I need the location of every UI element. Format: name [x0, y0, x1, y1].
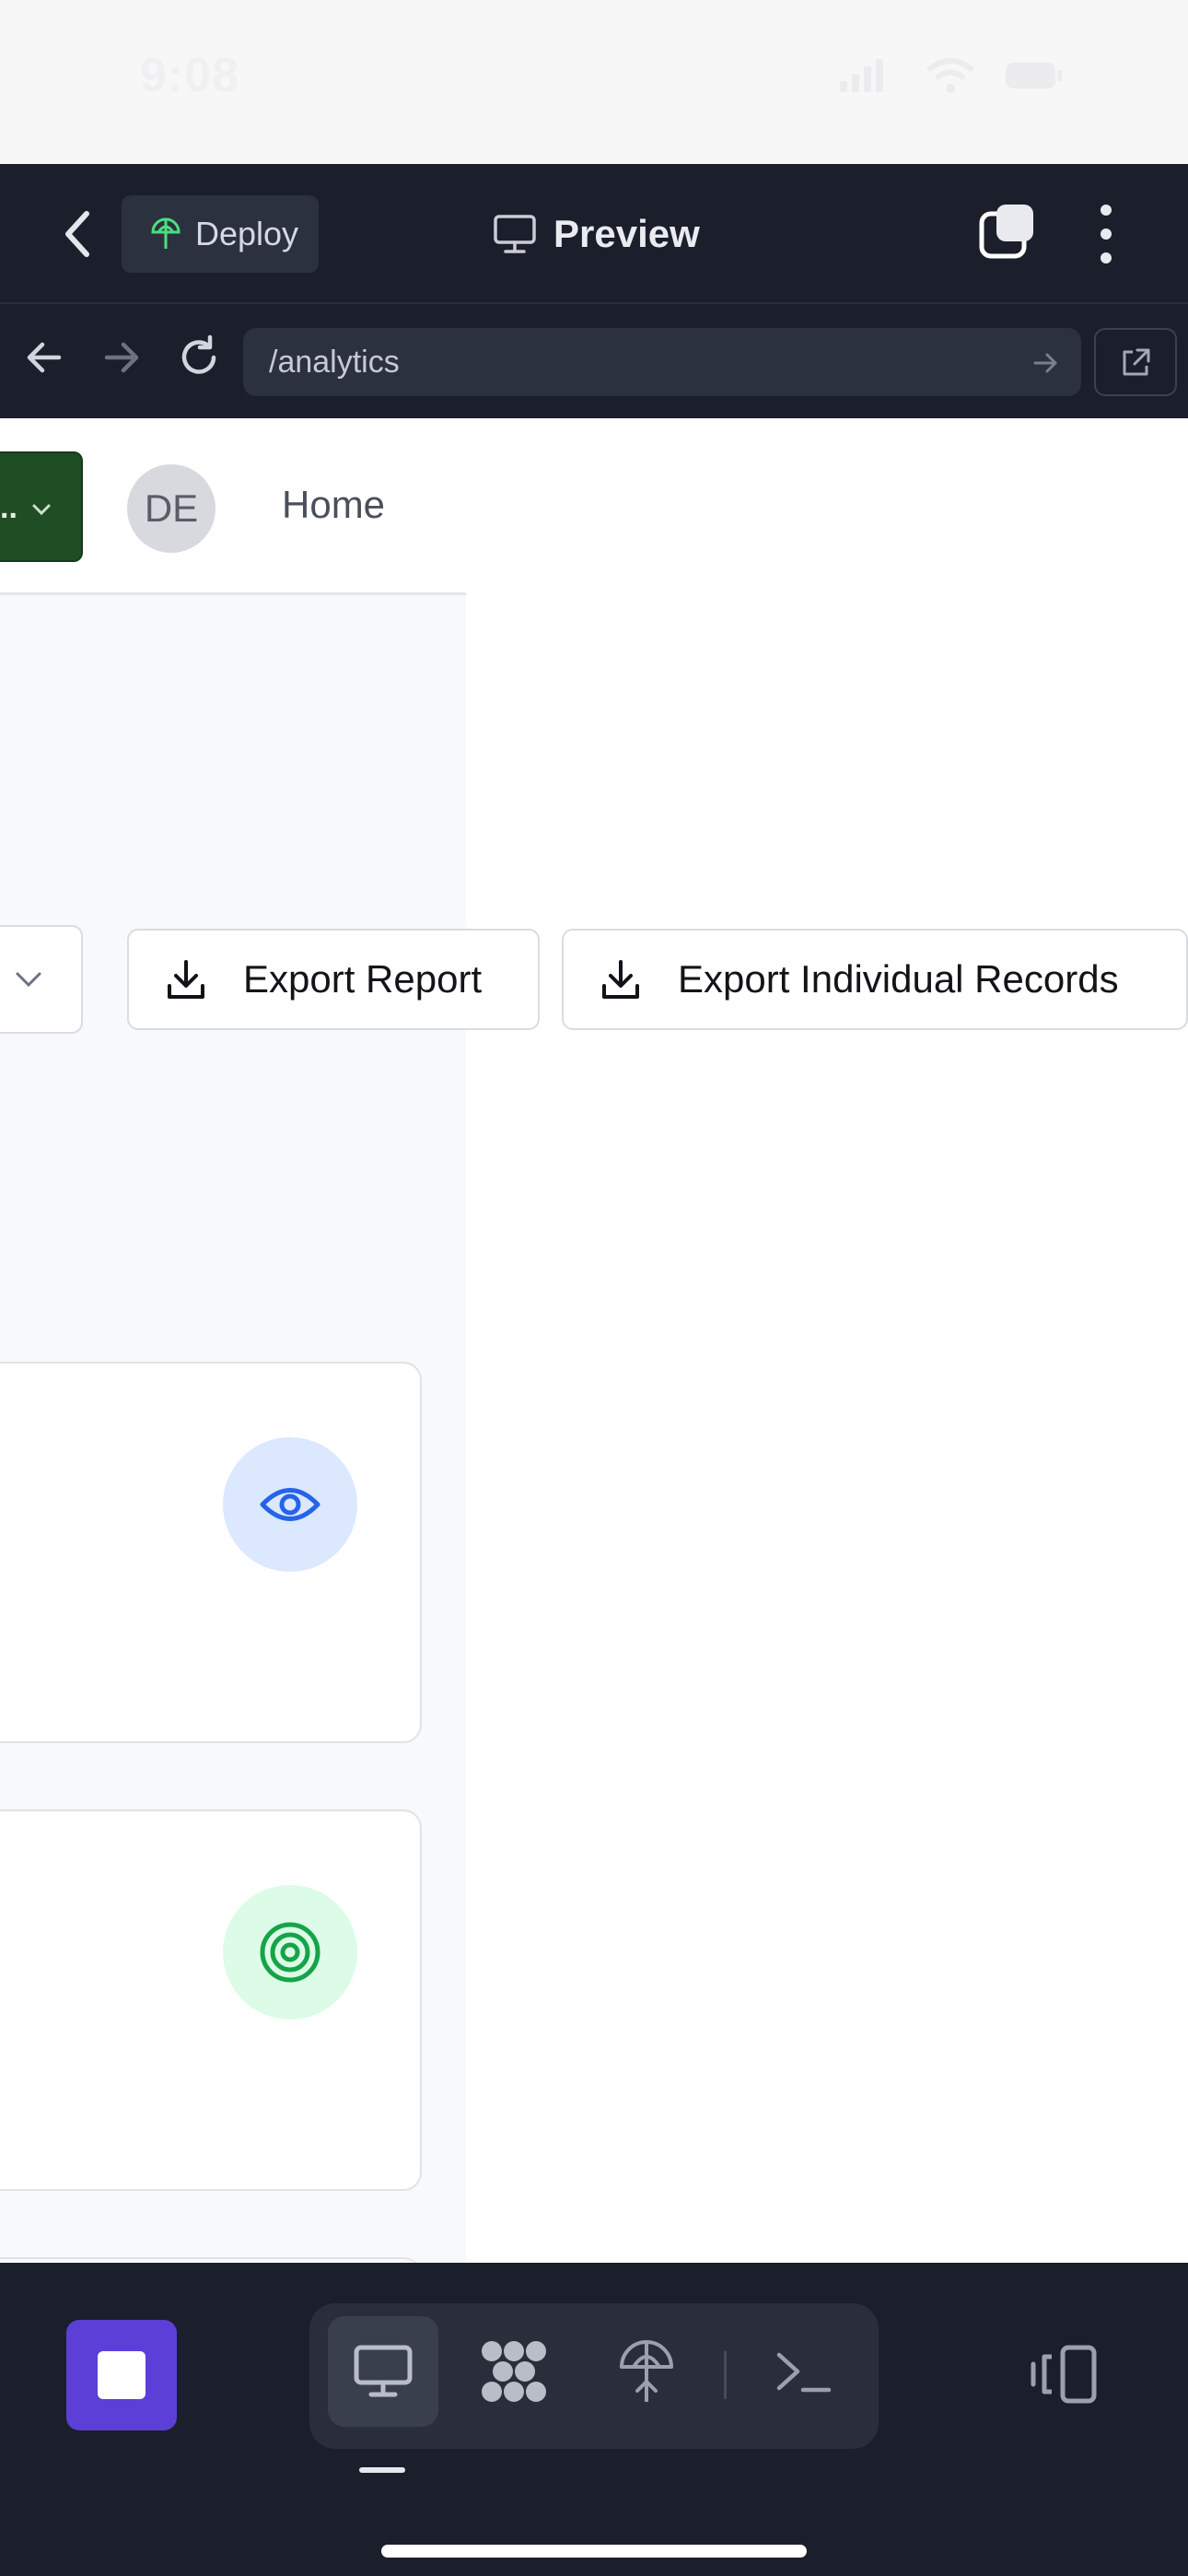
download-icon [602, 960, 639, 999]
workspace-label: .. [0, 490, 17, 525]
chevron-down-icon [16, 972, 41, 988]
reload-icon[interactable] [173, 332, 225, 383]
card-badge [223, 1885, 357, 2020]
tool-network[interactable] [459, 2316, 569, 2427]
download-icon [168, 960, 204, 999]
export-report-button[interactable]: Export Report [127, 929, 540, 1030]
export-report-label: Export Report [243, 957, 483, 1001]
avatar[interactable]: DE [127, 464, 215, 553]
eye-icon [260, 1488, 320, 1521]
wifi-icon [926, 58, 974, 93]
web-preview: .. DE Home Export Report Export Individu… [0, 418, 1188, 2263]
tabs-icon[interactable] [978, 203, 1037, 262]
deploy-icon [151, 217, 181, 249]
deploy-label: Deploy [195, 215, 299, 252]
monitor-icon [494, 215, 536, 253]
status-bar: 9:08 [0, 0, 1188, 164]
page-viewport: .. DE Home [0, 418, 466, 2263]
page-header: .. DE Home [0, 418, 466, 595]
monitor-icon [354, 2345, 413, 2397]
url-text: /analytics [269, 345, 400, 380]
tool-preview[interactable] [328, 2316, 438, 2427]
cellular-signal-icon [840, 59, 883, 92]
workspace-dropdown[interactable]: .. [0, 451, 83, 562]
url-input[interactable]: /analytics [243, 328, 1081, 396]
terminal-icon [776, 2352, 832, 2393]
active-tool-indicator [359, 2467, 405, 2473]
home-link[interactable]: Home [282, 483, 385, 527]
home-indicator[interactable] [381, 2545, 807, 2558]
preview-label: Preview [553, 212, 700, 255]
export-records-label: Export Individual Records [678, 957, 1119, 1001]
stop-button[interactable] [66, 2320, 177, 2430]
stop-icon [98, 2351, 146, 2399]
browser-back-icon[interactable] [18, 332, 70, 383]
stat-card-goals [0, 1809, 422, 2191]
stat-card-views [0, 1362, 422, 1743]
target-icon [260, 1922, 320, 1983]
status-time: 9:08 [140, 49, 240, 102]
deploy-button[interactable]: Deploy [122, 195, 319, 273]
deploy-icon [620, 2340, 673, 2402]
tool-terminal[interactable] [748, 2316, 858, 2427]
open-external-button[interactable] [1094, 328, 1177, 396]
bottom-toolbar [0, 2263, 1188, 2576]
chevron-down-icon [32, 504, 51, 516]
tool-separator [724, 2351, 727, 2399]
external-link-icon [1123, 348, 1150, 376]
app-bar: Deploy Preview [0, 164, 1188, 306]
network-icon [482, 2341, 546, 2402]
back-chevron-icon[interactable] [55, 206, 101, 262]
browser-forward-icon[interactable] [96, 332, 147, 383]
tool-deploy[interactable] [591, 2316, 702, 2427]
go-arrow-icon[interactable] [1031, 348, 1061, 378]
preview-title: Preview [493, 205, 700, 263]
export-records-button[interactable]: Export Individual Records [562, 929, 1188, 1030]
filter-select[interactable] [0, 925, 83, 1034]
card-badge [223, 1437, 357, 1572]
device-toggle-icon[interactable] [1030, 2344, 1100, 2405]
url-bar: /analytics [0, 304, 1188, 418]
battery-icon [1006, 63, 1062, 88]
more-vertical-icon[interactable] [1096, 201, 1116, 267]
tool-switcher [309, 2303, 879, 2449]
